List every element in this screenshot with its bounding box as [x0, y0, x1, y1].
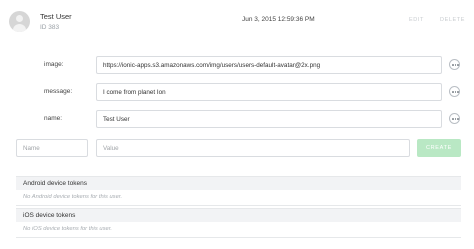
- android-tokens-title: Android device tokens: [16, 176, 461, 190]
- edit-button[interactable]: EDIT: [409, 17, 424, 23]
- android-tokens-section: Android device tokens No Android device …: [16, 176, 461, 206]
- field-value-image[interactable]: https://ionic-apps.s3.amazonaws.com/img/…: [96, 56, 442, 74]
- field-value-message[interactable]: I come from planet Ion: [96, 83, 442, 101]
- create-button[interactable]: CREATE: [417, 139, 461, 157]
- ios-tokens-empty: No iOS device tokens for this user.: [16, 222, 461, 238]
- field-label-image: image:: [44, 61, 64, 68]
- user-id: ID 383: [40, 24, 60, 31]
- new-field-name-input[interactable]: Name: [16, 139, 88, 157]
- new-field-value-input[interactable]: Value: [96, 139, 410, 157]
- more-icon[interactable]: [449, 86, 460, 97]
- ios-tokens-section: iOS device tokens No iOS device tokens f…: [16, 208, 461, 238]
- timestamp: Jun 3, 2015 12:59:36 PM: [242, 16, 315, 23]
- android-tokens-empty: No Android device tokens for this user.: [16, 190, 461, 206]
- more-icon[interactable]: [449, 113, 460, 124]
- more-icon[interactable]: [449, 59, 460, 70]
- avatar-body-shape: [13, 24, 26, 32]
- field-value-name[interactable]: Test User: [96, 110, 442, 128]
- avatar: [9, 11, 30, 32]
- ios-tokens-title: iOS device tokens: [16, 208, 461, 222]
- field-label-message: message:: [44, 88, 73, 95]
- delete-button[interactable]: DELETE: [440, 17, 465, 23]
- user-name: Test User: [40, 12, 72, 21]
- field-label-name: name:: [44, 115, 63, 122]
- avatar-head-shape: [16, 15, 23, 22]
